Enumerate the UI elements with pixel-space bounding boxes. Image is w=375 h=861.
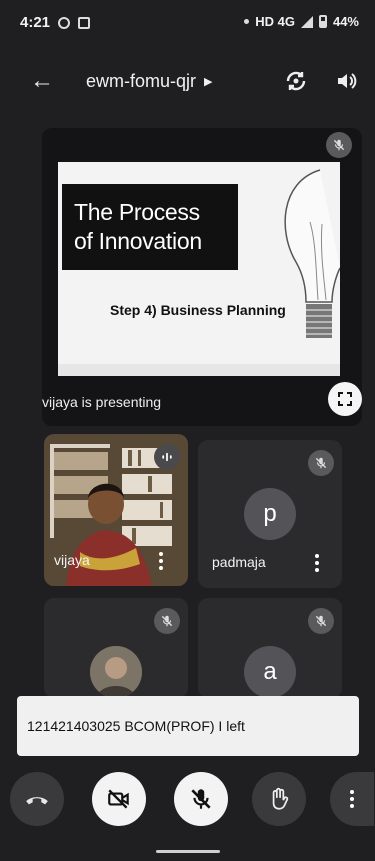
end-call-button[interactable] xyxy=(10,772,64,826)
back-arrow-icon[interactable]: ← xyxy=(30,67,60,95)
participant-tile-3[interactable] xyxy=(44,598,188,698)
participant-tile-vijaya[interactable]: vijaya xyxy=(44,434,188,586)
status-dot-icon xyxy=(244,19,250,24)
more-options-icon[interactable] xyxy=(314,554,320,572)
camera-toggle-button[interactable] xyxy=(92,772,146,826)
mic-off-icon xyxy=(308,450,334,476)
presentation-tile[interactable]: The Process of Innovation Step 4) Busine… xyxy=(42,128,362,426)
lightbulb-illustration xyxy=(284,169,340,338)
status-left: 4:21 xyxy=(20,14,91,31)
battery-level: 44% xyxy=(332,14,359,29)
speaker-icon[interactable] xyxy=(333,68,359,94)
participant-name: padmaja xyxy=(212,554,266,570)
camera-off-icon xyxy=(108,789,129,809)
speaking-indicator-icon xyxy=(154,444,180,470)
slide-title-line-1: The Process xyxy=(74,199,200,226)
presenter-label: vijaya is presenting xyxy=(42,394,162,410)
fullscreen-button[interactable] xyxy=(328,382,362,416)
hang-up-icon xyxy=(26,797,48,805)
status-bar: 4:21 HD 4G 44% xyxy=(0,0,375,48)
more-options-icon[interactable] xyxy=(158,552,164,570)
mic-off-icon xyxy=(154,608,180,634)
presenter-mic-off-icon xyxy=(326,132,352,158)
participant-name: vijaya xyxy=(54,552,90,568)
meeting-header: ← ewm-fomu-qjr ▶ xyxy=(0,56,375,106)
meeting-code-button[interactable]: ewm-fomu-qjr ▶ xyxy=(86,71,212,92)
slide-title-box: The Process of Innovation xyxy=(62,184,238,270)
fullscreen-icon xyxy=(338,392,352,406)
participant-tile-padmaja[interactable]: p padmaja xyxy=(198,440,342,588)
status-right: HD 4G 44% xyxy=(244,14,359,29)
signal-icon xyxy=(300,15,313,28)
raise-hand-icon xyxy=(272,787,289,810)
notification-icon xyxy=(58,16,71,29)
mic-off-icon xyxy=(191,789,211,809)
network-label: HD 4G xyxy=(255,14,295,29)
toast-text: 121421403025 BCOM(PROF) I left xyxy=(27,718,245,734)
raise-hand-button[interactable] xyxy=(252,772,306,826)
header-actions xyxy=(283,68,359,94)
slide-footer-bar xyxy=(58,364,340,376)
status-time: 4:21 xyxy=(20,14,51,31)
more-vert-icon xyxy=(349,790,355,808)
microphone-toggle-button[interactable] xyxy=(174,772,228,826)
chevron-right-icon: ▶ xyxy=(204,75,213,88)
call-controls xyxy=(0,766,375,836)
more-options-button[interactable] xyxy=(330,772,374,826)
shared-slide: The Process of Innovation Step 4) Busine… xyxy=(58,162,340,376)
participant-tile-4[interactable]: a xyxy=(198,598,342,698)
mic-off-icon xyxy=(308,608,334,634)
battery-icon xyxy=(318,15,327,28)
slide-title-line-2: of Innovation xyxy=(74,228,202,254)
home-indicator[interactable] xyxy=(156,850,220,853)
avatar xyxy=(90,646,142,698)
slide-subtitle: Step 4) Business Planning xyxy=(110,302,286,318)
cast-icon xyxy=(78,16,91,29)
participant-left-toast: 121421403025 BCOM(PROF) I left xyxy=(17,696,359,756)
meeting-code: ewm-fomu-qjr xyxy=(86,70,197,91)
profile-photo xyxy=(90,646,142,698)
switch-camera-icon[interactable] xyxy=(283,68,309,94)
avatar: p xyxy=(244,488,296,540)
avatar: a xyxy=(244,646,296,698)
